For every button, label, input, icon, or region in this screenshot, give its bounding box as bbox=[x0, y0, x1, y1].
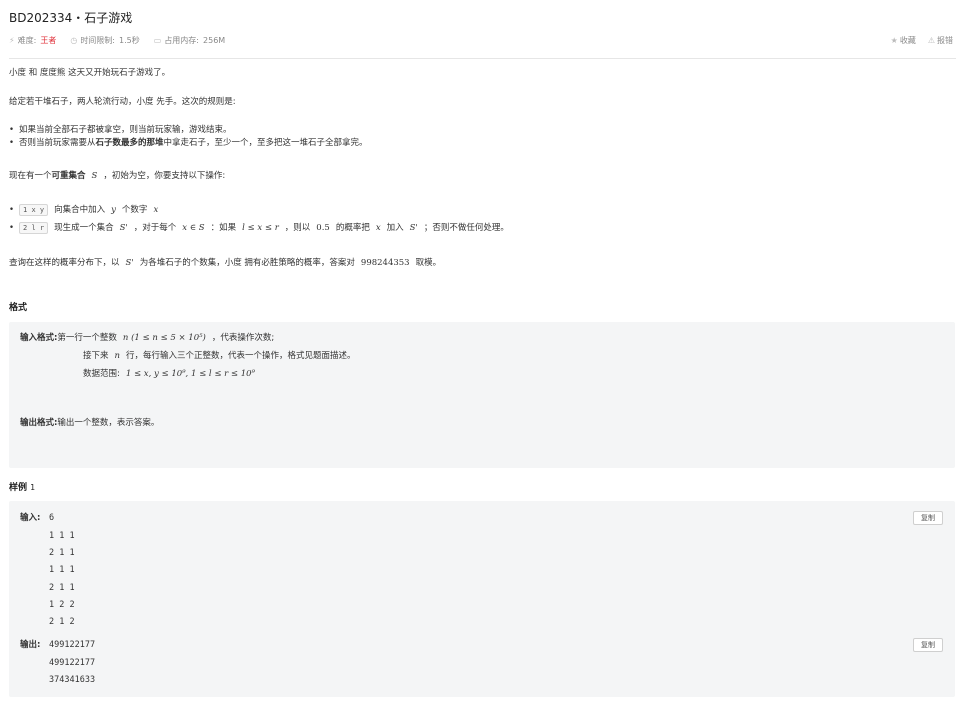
sample-input-line: 2 1 1 bbox=[49, 548, 75, 558]
report-button[interactable]: ⚠ 报错 bbox=[928, 35, 953, 46]
rule-bullet-1: 如果当前全部石子都被拿空，则当前玩家输，游戏结束。 bbox=[9, 124, 232, 136]
rule-bullet-2-bold: 石子数最多的那堆 bbox=[95, 138, 164, 148]
output-format-text: 输出一个整数，表示答案。 bbox=[57, 418, 160, 428]
input-line2-n: n bbox=[114, 351, 120, 361]
sample-input-line: 2 1 1 bbox=[49, 583, 75, 593]
difficulty-icon: ⚡ bbox=[9, 36, 15, 45]
statement-line-2: 给定若干堆石子，两人轮流行动，小度 先手。这次的规则是: bbox=[9, 97, 236, 107]
memory-value: 256M bbox=[203, 36, 226, 45]
op2-mid4: 的概率把 bbox=[335, 223, 370, 233]
header-divider bbox=[9, 58, 956, 59]
op2-s2: S' bbox=[409, 223, 418, 233]
statement-line-3: 现在有一个可重集合 S ，初始为空，你要支持以下操作: bbox=[9, 170, 225, 182]
favorite-button[interactable]: ★ 收藏 bbox=[891, 35, 916, 46]
copy-output-button[interactable]: 复制 bbox=[913, 638, 943, 652]
warning-icon: ⚠ bbox=[927, 36, 935, 45]
difficulty-value: 王者 bbox=[40, 36, 57, 45]
rule-bullet-1-text: 如果当前全部石子都被拿空，则当前玩家输，游戏结束。 bbox=[19, 125, 232, 135]
op2-prob: 0.5 bbox=[316, 223, 330, 233]
time-label: 时间限制: bbox=[80, 36, 116, 45]
line3-set-symbol: S bbox=[91, 171, 98, 181]
star-icon: ★ bbox=[890, 36, 898, 45]
op1-y: y bbox=[111, 205, 116, 215]
input-format-line-2: 接下来 n 行，每行输入三个正整数，代表一个操作，格式见题面描述。 bbox=[83, 350, 356, 362]
memory-limit: ▭ 占用内存: 256M bbox=[154, 35, 225, 46]
op2-mid3: ，则以 bbox=[284, 223, 311, 233]
input-line3-math: 1 ≤ x, y ≤ 10⁹, 1 ≤ l ≤ r ≤ 10⁹ bbox=[125, 369, 255, 379]
report-label: 报错 bbox=[937, 36, 953, 45]
clock-icon: ◷ bbox=[70, 36, 78, 45]
sample-output-label: 输出: bbox=[20, 639, 40, 651]
favorite-label: 收藏 bbox=[899, 36, 916, 45]
sample-input-line: 6 bbox=[49, 513, 55, 523]
op1-code: 1 x y bbox=[19, 204, 49, 216]
time-value: 1.5秒 bbox=[119, 36, 140, 45]
op2-s: S' bbox=[119, 223, 128, 233]
copy-input-button[interactable]: 复制 bbox=[913, 511, 943, 525]
line3-post: ，初始为空，你要支持以下操作: bbox=[103, 171, 226, 181]
input-format-line-1: 输入格式:第一行一个整数 n (1 ≤ n ≤ 5 × 10⁵) ，代表操作次数; bbox=[20, 332, 274, 344]
sample-output-line: 374341633 bbox=[49, 675, 96, 685]
query-mid: 为各堆石子的个数集，小度 拥有必胜策略的概率，答案对 bbox=[139, 258, 355, 268]
sample-box: 输入: 复制 6 1 1 1 2 1 1 1 1 1 2 1 1 1 2 2 2… bbox=[9, 501, 955, 697]
sample-input-label-text: 输入: bbox=[20, 513, 41, 523]
query-pre: 查询在这样的概率分布下，以 bbox=[9, 258, 120, 268]
query-post: 取模。 bbox=[415, 258, 442, 268]
op2-mid5: 加入 bbox=[386, 223, 404, 233]
sample-output-label-text: 输出: bbox=[20, 640, 41, 650]
sample-heading-text: 样例 bbox=[9, 483, 28, 493]
input-line1-post: ，代表操作次数; bbox=[211, 333, 275, 343]
difficulty-label: 难度: bbox=[17, 36, 37, 45]
line3-bold: 可重集合 bbox=[51, 171, 86, 181]
rule-bullet-2: 否则当前玩家需要从石子数最多的那堆中拿走石子，至少一个，至多把这一堆石子全部拿完… bbox=[9, 137, 368, 149]
sample-output-line: 499122177 bbox=[49, 658, 96, 668]
problem-title: BD202334・石子游戏 bbox=[9, 11, 133, 25]
op1-pre: 向集合中加入 bbox=[54, 205, 106, 215]
statement-line-1: 小度 和 度度熊 这天又开始玩石子游戏了。 bbox=[9, 68, 171, 78]
operation-1: 1 x y 向集合中加入 y 个数字 x bbox=[9, 204, 164, 216]
op1-x: x bbox=[153, 205, 159, 215]
output-format-line: 输出格式:输出一个整数，表示答案。 bbox=[20, 417, 159, 429]
sample-input-line: 1 2 2 bbox=[49, 600, 75, 610]
query-line: 查询在这样的概率分布下，以 S' 为各堆石子的个数集，小度 拥有必胜策略的概率，答案… bbox=[9, 257, 441, 269]
op2-code: 2 l r bbox=[19, 222, 49, 234]
output-format-label: 输出格式: bbox=[20, 418, 58, 428]
sample-input-line: 1 1 1 bbox=[49, 565, 75, 575]
op2-mid1: ，对于每个 bbox=[133, 223, 177, 233]
op2-mid2: ：如果 bbox=[210, 223, 237, 233]
input-format-line-3: 数据范围: 1 ≤ x, y ≤ 10⁹, 1 ≤ l ≤ r ≤ 10⁹ bbox=[83, 368, 261, 380]
input-format-label: 输入格式: bbox=[20, 333, 58, 343]
format-heading: 格式 bbox=[9, 303, 28, 313]
op2-x: x bbox=[375, 223, 381, 233]
input-line2-pre: 接下来 bbox=[83, 351, 109, 361]
sample-input-label: 输入: bbox=[20, 512, 40, 524]
query-mod: 998244353 bbox=[360, 258, 410, 268]
op2-pre: 现生成一个集合 bbox=[54, 223, 114, 233]
format-box: 输入格式:第一行一个整数 n (1 ≤ n ≤ 5 × 10⁵) ，代表操作次数; … bbox=[9, 322, 955, 468]
time-limit: ◷ 时间限制: 1.5秒 bbox=[70, 35, 139, 46]
sample-input-line: 2 1 2 bbox=[49, 617, 75, 627]
rule-bullet-2-pre: 否则当前玩家需要从 bbox=[19, 138, 96, 148]
input-line2-post: 行，每行输入三个正整数，代表一个操作，格式见题面描述。 bbox=[126, 351, 356, 361]
sample-heading: 样例 1 bbox=[9, 480, 35, 493]
query-s: S' bbox=[125, 258, 134, 268]
problem-meta: ⚡ 难度: 王者 ◷ 时间限制: 1.5秒 ▭ 占用内存: 256M bbox=[9, 35, 239, 46]
operation-2: 2 l r 现生成一个集合 S' ，对于每个 x ∈ S ：如果 l ≤ x ≤ r ，则以 0… bbox=[9, 222, 509, 234]
op2-post: ；否则不做任何处理。 bbox=[423, 223, 509, 233]
rule-bullet-2-post: 中拿走石子，至少一个，至多把这一堆石子全部拿完。 bbox=[163, 138, 368, 148]
memory-label: 占用内存: bbox=[164, 36, 200, 45]
header-actions: ★ 收藏 ⚠ 报错 bbox=[879, 35, 953, 46]
difficulty: ⚡ 难度: 王者 bbox=[9, 35, 56, 46]
op1-mid: 个数字 bbox=[121, 205, 148, 215]
line3-pre: 现在有一个 bbox=[9, 171, 52, 181]
memory-icon: ▭ bbox=[153, 36, 162, 45]
sample-output-line: 499122177 bbox=[49, 640, 96, 650]
input-line3-pre: 数据范围: bbox=[83, 369, 120, 379]
sample-input-line: 1 1 1 bbox=[49, 531, 75, 541]
input-line1-pre: 第一行一个整数 bbox=[57, 333, 117, 343]
op2-cond: x ∈ S bbox=[182, 223, 205, 233]
input-line1-math: n (1 ≤ n ≤ 5 × 10⁵) bbox=[122, 333, 206, 343]
sample-index: 1 bbox=[30, 483, 35, 492]
op2-range: l ≤ x ≤ r bbox=[242, 223, 279, 233]
